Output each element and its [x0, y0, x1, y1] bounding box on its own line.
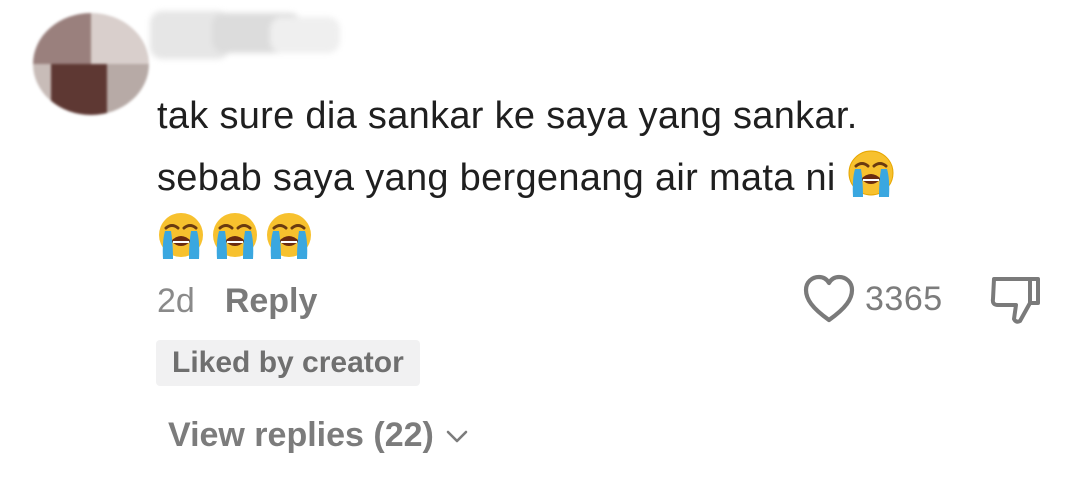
chevron-down-icon[interactable] — [444, 423, 470, 449]
comment-age: 2d — [157, 282, 195, 320]
like-count: 3365 — [865, 279, 943, 318]
comment-line-1: tak sure dia sankar ke saya yang sankar. — [157, 95, 858, 137]
comment-line-2-text: sebab saya yang bergenang air mata ni — [157, 157, 836, 199]
comment-line-3 — [157, 209, 1027, 271]
comment-meta: 2d Reply — [157, 282, 317, 321]
crying-face-icon — [211, 211, 259, 261]
username-redacted[interactable] — [150, 5, 340, 63]
crying-face-icon — [157, 211, 205, 261]
crying-face-icon — [265, 211, 313, 261]
comment-line-2: sebab saya yang bergenang air mata ni — [157, 147, 1027, 209]
view-replies-label[interactable]: View replies (22) — [168, 416, 434, 455]
view-replies-button[interactable]: View replies (22) — [168, 416, 470, 455]
avatar[interactable] — [33, 13, 149, 115]
thumbs-down-icon[interactable] — [986, 273, 1046, 327]
like-button[interactable]: 3365 — [802, 272, 943, 326]
crying-face-icon — [847, 149, 895, 199]
comment-text: tak sure dia sankar ke saya yang sankar.… — [157, 85, 1027, 271]
heart-outline-icon[interactable] — [802, 273, 856, 325]
liked-by-creator-badge: Liked by creator — [156, 340, 420, 386]
reply-button[interactable]: Reply — [225, 282, 318, 320]
